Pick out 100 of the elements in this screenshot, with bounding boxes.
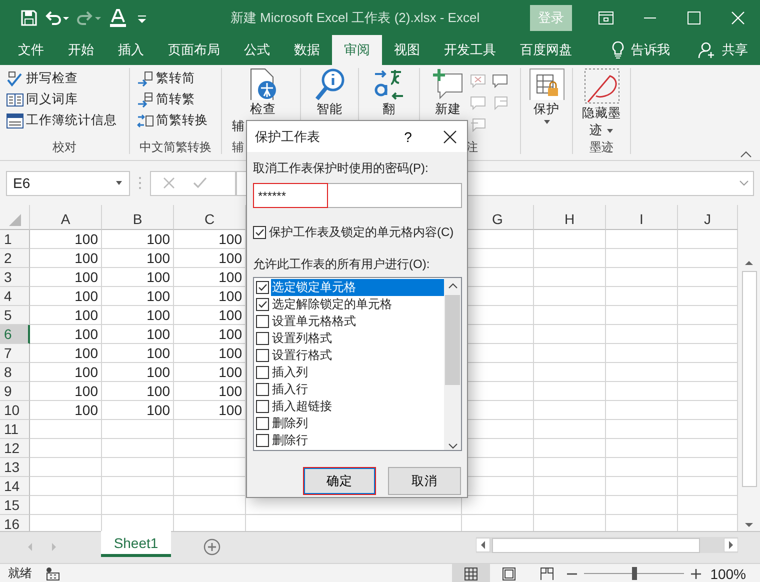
scroll-left-icon[interactable] — [476, 538, 490, 552]
close-icon[interactable] — [730, 10, 746, 24]
ribbon-tab[interactable]: 开发工具 — [432, 35, 508, 65]
zoom-level[interactable]: 100% — [702, 566, 760, 582]
checkbox[interactable] — [256, 281, 269, 294]
checkbox[interactable] — [256, 332, 269, 345]
scrollbar-thumb[interactable] — [445, 295, 460, 385]
scrollbar-thumb[interactable] — [492, 538, 700, 552]
column-header[interactable]: J — [678, 205, 738, 230]
checkbox[interactable] — [256, 417, 269, 430]
scroll-right-icon[interactable] — [724, 538, 738, 552]
ok-button[interactable]: 确定 — [303, 467, 376, 495]
permission-item[interactable]: 删除行 — [271, 432, 444, 449]
maximize-icon[interactable] — [686, 10, 702, 24]
scroll-up-icon[interactable] — [448, 282, 458, 289]
ribbon-command[interactable]: 拼写检查 — [6, 70, 78, 87]
ribbon-command[interactable]: 同义词库 — [6, 91, 78, 108]
row-header[interactable]: 11 — [0, 420, 30, 439]
checkbox[interactable] — [256, 349, 269, 362]
protect-sheet-icon[interactable] — [528, 68, 564, 100]
spelling-icon[interactable] — [6, 70, 24, 86]
row-header[interactable]: 4 — [0, 287, 30, 306]
scroll-down-icon[interactable] — [448, 443, 458, 450]
checkbox[interactable] — [253, 226, 266, 239]
checkbox[interactable] — [256, 383, 269, 396]
book-icon[interactable] — [6, 92, 24, 108]
ribbon-command[interactable]: 简繁转换 — [136, 112, 208, 129]
convert-icon[interactable] — [136, 70, 154, 86]
new-comment-icon[interactable] — [432, 68, 464, 100]
macro-record-icon[interactable] — [46, 566, 60, 580]
lightbulb-icon[interactable] — [611, 41, 625, 59]
row-header[interactable]: 1 — [0, 230, 30, 249]
ribbon-command[interactable]: 简转繁 — [136, 91, 195, 108]
ribbon-tab[interactable]: 插入 — [106, 35, 156, 65]
ribbon-command[interactable]: 工作簿统计信息 — [6, 112, 117, 129]
row-header[interactable]: 9 — [0, 382, 30, 401]
row-header[interactable]: 2 — [0, 249, 30, 268]
row-header[interactable]: 13 — [0, 458, 30, 477]
zoom-slider-thumb[interactable] — [632, 567, 638, 580]
search-icon[interactable] — [314, 68, 346, 100]
checkbox[interactable] — [256, 434, 269, 447]
comment-icon[interactable] — [492, 74, 508, 88]
column-header[interactable]: H — [534, 205, 606, 230]
pen-ink-icon[interactable] — [584, 68, 620, 104]
permission-item[interactable]: 插入行 — [271, 381, 444, 398]
share-button[interactable]: 共享 — [722, 41, 748, 59]
tell-me-link[interactable]: 告诉我 — [631, 41, 670, 59]
ribbon-tab[interactable]: 文件 — [6, 35, 56, 65]
row-header[interactable]: 14 — [0, 477, 30, 496]
password-field[interactable]: ****** — [253, 183, 462, 208]
permission-item[interactable]: 选定解除锁定的单元格 — [271, 296, 444, 313]
row-header[interactable]: 3 — [0, 268, 30, 287]
row-header[interactable]: 5 — [0, 306, 30, 325]
expand-icon[interactable] — [739, 180, 749, 186]
permission-item[interactable]: 选定锁定单元格 — [271, 279, 444, 296]
permission-item[interactable]: 插入超链接 — [271, 398, 444, 415]
column-header[interactable]: B — [102, 205, 174, 230]
ribbon-tab[interactable]: 开始 — [56, 35, 106, 65]
ribbon-tab[interactable]: 页面布局 — [156, 35, 232, 65]
statistics-icon[interactable] — [6, 112, 24, 128]
checkbox[interactable] — [256, 366, 269, 379]
permission-item[interactable]: 设置列格式 — [271, 330, 444, 347]
column-header[interactable]: I — [606, 205, 678, 230]
permission-item[interactable]: 设置单元格格式 — [271, 313, 444, 330]
ribbon-tab[interactable]: 视图 — [382, 35, 432, 65]
checkbox[interactable] — [256, 315, 269, 328]
undo-icon[interactable] — [44, 8, 70, 26]
cancel-button[interactable]: 取消 — [388, 467, 461, 495]
collapse-ribbon-icon[interactable] — [740, 150, 752, 158]
add-sheet-icon[interactable] — [203, 538, 221, 556]
ribbon-tab[interactable]: 数据 — [282, 35, 332, 65]
row-header[interactable]: 12 — [0, 439, 30, 458]
scrollbar-thumb[interactable] — [742, 271, 756, 487]
share-person-icon[interactable] — [698, 41, 716, 59]
convert-icon[interactable] — [136, 112, 154, 128]
column-header[interactable]: C — [174, 205, 246, 230]
ribbon-display-icon[interactable] — [598, 10, 614, 24]
convert-icon[interactable] — [136, 92, 154, 108]
permission-item[interactable]: 删除列 — [271, 415, 444, 432]
checkbox[interactable] — [256, 298, 269, 311]
save-icon[interactable] — [20, 8, 38, 26]
row-header[interactable]: 16 — [0, 515, 30, 531]
row-header[interactable]: 10 — [0, 401, 30, 420]
row-header[interactable]: 7 — [0, 344, 30, 363]
row-header[interactable]: 15 — [0, 496, 30, 515]
sheet-tab[interactable]: Sheet1 — [101, 531, 171, 557]
translate-icon[interactable] — [373, 68, 405, 100]
name-box[interactable]: E6 — [6, 170, 130, 196]
help-button[interactable]: ? — [393, 128, 423, 144]
ribbon-tab[interactable]: 公式 — [232, 35, 282, 65]
ribbon-tab[interactable]: 审阅 — [332, 35, 382, 65]
permission-item[interactable]: 插入列 — [271, 364, 444, 381]
row-header[interactable]: 8 — [0, 363, 30, 382]
column-header[interactable]: A — [30, 205, 102, 230]
zoom-in-icon[interactable] — [690, 568, 702, 580]
checkbox[interactable] — [256, 400, 269, 413]
row-header[interactable]: 6 — [0, 325, 30, 344]
normal-view-button[interactable] — [452, 564, 490, 582]
protect-checkbox[interactable]: 保护工作表及锁定的单元格内容(C) — [253, 224, 462, 241]
ribbon-tab[interactable]: 百度网盘 — [508, 35, 584, 65]
